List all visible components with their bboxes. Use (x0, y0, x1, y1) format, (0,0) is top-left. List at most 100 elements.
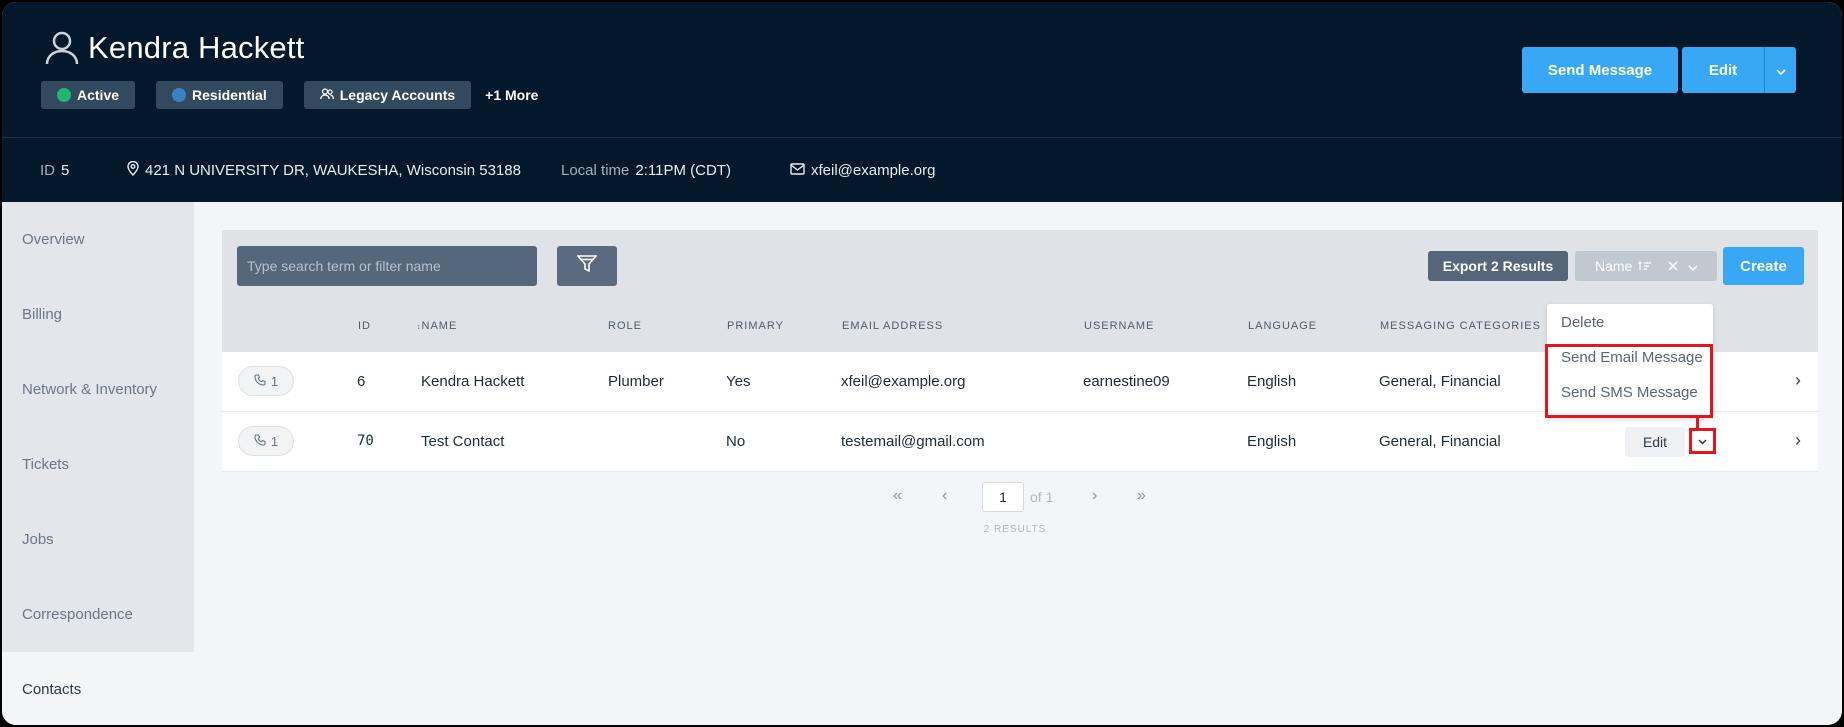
sidebar-item-jobs[interactable]: Jobs (2, 502, 194, 577)
sort-ascending-icon (1638, 258, 1652, 274)
phone-count: 1 (270, 433, 279, 449)
title-row: Kendra Hackett (44, 30, 304, 66)
phone-count-badge[interactable]: 1 (238, 366, 294, 396)
filter-icon (576, 254, 598, 278)
cell-name: Test Contact (421, 433, 505, 450)
row-actions-toggle[interactable] (1689, 428, 1716, 454)
previous-page-icon[interactable]: ‹ (942, 487, 947, 505)
cell-username: earnestine09 (1083, 373, 1170, 390)
tag-active[interactable]: Active (41, 81, 136, 109)
table-row[interactable]: 1 70 Test Contact No testemail@gmail.com… (222, 412, 1818, 472)
header-top: Kendra Hackett Active Residential Legacy… (2, 2, 1842, 138)
phone-icon (254, 373, 266, 389)
info-row: ID 5 421 N UNIVERSITY DR, WAUKESHA, Wisc… (2, 138, 1842, 202)
row-edit-button[interactable]: Edit (1625, 427, 1685, 457)
chevron-down-icon[interactable] (1688, 258, 1698, 274)
sidebar-item-overview[interactable]: Overview (2, 202, 194, 277)
cell-id: 6 (357, 373, 366, 390)
filter-button[interactable] (557, 246, 617, 286)
row-actions-menu: Delete Send Email Message Send SMS Messa… (1545, 304, 1713, 418)
app-frame: Kendra Hackett Active Residential Legacy… (2, 2, 1842, 725)
phone-icon (254, 433, 266, 449)
last-page-icon[interactable]: » (1137, 487, 1146, 505)
pagination: « ‹ of 1 › » (2, 482, 1842, 512)
more-tags-link[interactable]: +1 More (485, 87, 538, 103)
search-input[interactable] (237, 246, 537, 286)
chevron-right-icon[interactable]: › (1795, 370, 1801, 391)
cell-language: English (1247, 433, 1297, 450)
column-label: Name (421, 320, 458, 332)
contact-id: ID 5 (40, 162, 69, 179)
phone-count: 1 (270, 373, 279, 389)
first-page-icon[interactable]: « (893, 487, 902, 505)
send-message-button[interactable]: Send Message (1522, 47, 1678, 93)
column-header-username[interactable]: Username (1084, 320, 1154, 332)
cell-id: 70 (357, 433, 374, 449)
phone-count-badge[interactable]: 1 (238, 426, 294, 456)
clear-sort-icon[interactable] (1668, 258, 1678, 274)
local-time-label: Local time (561, 161, 630, 179)
cell-messaging-categories: General, Financial (1379, 433, 1501, 450)
sidebar-item-correspondence[interactable]: Correspondence (2, 577, 194, 652)
id-label: ID (40, 161, 55, 179)
tag-list: Active Residential Legacy Accounts +1 Mo… (41, 81, 538, 109)
residential-dot (172, 88, 187, 102)
cell-messaging-categories: General, Financial (1379, 373, 1501, 390)
column-header-language[interactable]: Language (1248, 320, 1317, 332)
chevron-down-icon (1698, 432, 1707, 450)
sort-label: Name (1595, 258, 1633, 274)
map-pin-icon (127, 160, 139, 180)
sidebar: Overview Billing Network & Inventory Tic… (2, 202, 194, 725)
highlight-connector (1696, 418, 1699, 430)
cell-primary: Yes (726, 373, 751, 390)
tag-label: Active (77, 87, 120, 103)
tag-label: Residential (192, 87, 267, 103)
column-header-messaging-categories[interactable]: Messaging Categories (1380, 320, 1541, 332)
cell-email: testemail@gmail.com (841, 433, 985, 450)
cell-language: English (1247, 373, 1297, 390)
header-actions: Send Message Edit (1522, 47, 1796, 93)
highlight-box (1545, 344, 1713, 418)
contact-email[interactable]: xfeil@example.org (790, 162, 935, 179)
edit-menu-toggle[interactable] (1764, 47, 1796, 93)
id-value: 5 (61, 161, 70, 179)
email-text: xfeil@example.org (811, 161, 936, 179)
edit-button-group: Edit (1682, 47, 1796, 93)
cell-email: xfeil@example.org (841, 373, 966, 390)
column-header-primary[interactable]: Primary (727, 320, 784, 332)
chevron-right-icon[interactable]: › (1795, 430, 1801, 451)
column-header-email[interactable]: Email Address (842, 320, 943, 332)
sort-select[interactable]: Name (1575, 251, 1717, 281)
menu-item-delete[interactable]: Delete (1561, 314, 1604, 331)
create-button[interactable]: Create (1723, 247, 1804, 285)
active-status-dot (57, 88, 71, 102)
contact-address[interactable]: 421 N UNIVERSITY DR, WAUKESHA, Wisconsin… (127, 160, 521, 180)
column-header-role[interactable]: Role (608, 320, 642, 332)
contact-header: Kendra Hackett Active Residential Legacy… (2, 2, 1842, 202)
cell-name: Kendra Hackett (421, 373, 525, 390)
column-header-id[interactable]: ID (358, 320, 371, 332)
page-number-input[interactable] (982, 482, 1024, 512)
page-of-label: of 1 (1030, 489, 1054, 505)
table-toolbar: Export 2 Results Name Create (222, 230, 1818, 300)
tag-residential[interactable]: Residential (156, 81, 283, 109)
sidebar-item-contacts[interactable]: Contacts (2, 652, 194, 725)
export-results-button[interactable]: Export 2 Results (1428, 251, 1568, 281)
next-page-icon[interactable]: › (1092, 487, 1097, 505)
edit-button[interactable]: Edit (1682, 47, 1764, 93)
mail-icon (790, 162, 805, 179)
sidebar-item-billing[interactable]: Billing (2, 277, 194, 352)
tag-label: Legacy Accounts (339, 87, 456, 103)
column-header-name[interactable]: ↕Name (417, 320, 457, 332)
cell-primary: No (726, 433, 746, 450)
tag-legacy-accounts[interactable]: Legacy Accounts (303, 81, 472, 109)
results-count: 2 RESULTS (983, 524, 1047, 535)
local-time: Local time 2:11PM (CDT) (561, 162, 731, 179)
group-icon (319, 87, 334, 103)
page-title: Kendra Hackett (88, 30, 305, 65)
cell-role: Plumber (608, 373, 664, 390)
chevron-down-icon (1775, 62, 1786, 79)
sidebar-item-network-inventory[interactable]: Network & Inventory (2, 352, 194, 427)
person-icon (44, 30, 80, 66)
local-time-value: 2:11PM (CDT) (635, 161, 731, 179)
